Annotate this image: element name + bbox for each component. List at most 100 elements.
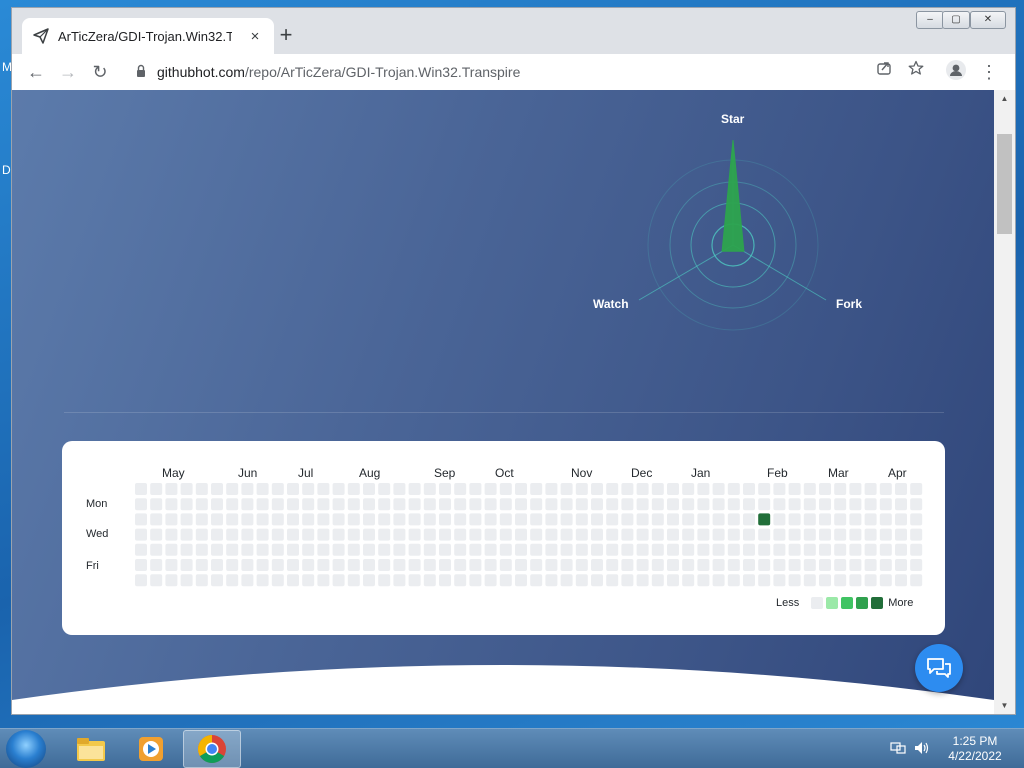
contribution-cell[interactable] <box>849 574 862 587</box>
contribution-cell[interactable] <box>575 528 588 541</box>
contribution-cell[interactable] <box>423 559 436 571</box>
contribution-cell[interactable] <box>834 543 847 556</box>
contribution-cell[interactable] <box>287 498 299 511</box>
contribution-cell[interactable] <box>287 483 299 495</box>
contribution-cell[interactable] <box>606 498 619 511</box>
contribution-cell[interactable] <box>165 574 178 587</box>
contribution-cell[interactable] <box>195 559 208 571</box>
contribution-cell[interactable] <box>317 528 330 541</box>
contribution-cell[interactable] <box>454 559 467 571</box>
contribution-cell[interactable] <box>697 498 710 511</box>
contribution-cell[interactable] <box>636 528 649 541</box>
contribution-cell[interactable] <box>864 498 877 511</box>
contribution-cell[interactable] <box>530 513 543 526</box>
contribution-cell[interactable] <box>317 559 330 571</box>
contribution-cell[interactable] <box>834 559 847 571</box>
contribution-cell[interactable] <box>834 498 847 511</box>
contribution-cell[interactable] <box>499 498 512 511</box>
contribution-cell[interactable] <box>530 498 543 511</box>
contribution-cell[interactable] <box>332 574 345 587</box>
contribution-cell[interactable] <box>469 513 482 526</box>
contribution-cell[interactable] <box>621 513 634 526</box>
media-player-icon[interactable] <box>122 730 180 768</box>
contribution-cell[interactable] <box>864 574 877 587</box>
scrollbar-thumb[interactable] <box>997 134 1012 234</box>
contribution-cell[interactable] <box>271 543 284 556</box>
contribution-cell[interactable] <box>515 543 527 556</box>
contribution-cell[interactable] <box>302 498 315 511</box>
contribution-cell[interactable] <box>803 574 816 587</box>
contribution-cell[interactable] <box>378 559 391 571</box>
contribution-cell[interactable] <box>484 559 497 571</box>
contribution-cell[interactable] <box>226 498 239 511</box>
contribution-cell[interactable] <box>743 498 755 511</box>
contribution-cell[interactable] <box>560 543 573 556</box>
contribution-cell[interactable] <box>347 559 360 571</box>
contribution-cell[interactable] <box>135 574 147 587</box>
contribution-cell[interactable] <box>712 483 725 495</box>
contribution-cell[interactable] <box>682 498 695 511</box>
contribution-cell[interactable] <box>469 528 482 541</box>
contribution-cell[interactable] <box>530 543 543 556</box>
contribution-cell[interactable] <box>226 559 239 571</box>
contribution-cell[interactable] <box>712 498 725 511</box>
contribution-cell[interactable] <box>910 498 923 511</box>
contribution-cell[interactable] <box>165 559 178 571</box>
contribution-cell[interactable] <box>591 559 603 571</box>
contribution-cell[interactable] <box>287 528 299 541</box>
contribution-cell[interactable] <box>423 574 436 587</box>
contribution-cell[interactable] <box>469 574 482 587</box>
contribution-cell[interactable] <box>803 498 816 511</box>
contribution-cell[interactable] <box>773 574 786 587</box>
contribution-cell[interactable] <box>195 528 208 541</box>
contribution-cell[interactable] <box>743 483 755 495</box>
contribution-cell[interactable] <box>727 574 740 587</box>
contribution-cell[interactable] <box>347 528 360 541</box>
chat-button[interactable] <box>915 644 963 692</box>
contribution-cell[interactable] <box>515 528 527 541</box>
contribution-cell[interactable] <box>332 513 345 526</box>
contribution-cell[interactable] <box>864 559 877 571</box>
contribution-cell[interactable] <box>651 559 664 571</box>
contribution-cell[interactable] <box>408 528 421 541</box>
contribution-cell[interactable] <box>545 483 558 495</box>
contribution-cell[interactable] <box>332 543 345 556</box>
back-button[interactable]: ← <box>24 60 48 84</box>
contribution-cell[interactable] <box>651 513 664 526</box>
contribution-cell[interactable] <box>317 543 330 556</box>
contribution-cell[interactable] <box>834 483 847 495</box>
contribution-cell[interactable] <box>256 513 269 526</box>
contribution-cell[interactable] <box>484 528 497 541</box>
contribution-cell[interactable] <box>165 543 178 556</box>
contribution-cell[interactable] <box>165 513 178 526</box>
contribution-cell[interactable] <box>226 528 239 541</box>
minimize-button[interactable]: – <box>916 11 944 29</box>
contribution-cell[interactable] <box>302 574 315 587</box>
contribution-cell[interactable] <box>332 498 345 511</box>
contribution-cell[interactable] <box>910 574 923 587</box>
contribution-cell[interactable] <box>697 559 710 571</box>
contribution-cell[interactable] <box>819 498 831 511</box>
contribution-cell[interactable] <box>864 513 877 526</box>
contribution-cell[interactable] <box>180 498 193 511</box>
contribution-cell[interactable] <box>363 574 375 587</box>
contribution-cell[interactable] <box>743 543 755 556</box>
contribution-cell[interactable] <box>211 483 223 495</box>
contribution-cell[interactable] <box>256 528 269 541</box>
contribution-cell[interactable] <box>302 559 315 571</box>
contribution-cell[interactable] <box>621 528 634 541</box>
contribution-cell[interactable] <box>195 483 208 495</box>
contribution-cell[interactable] <box>773 559 786 571</box>
contribution-cell[interactable] <box>484 498 497 511</box>
contribution-cell[interactable] <box>682 528 695 541</box>
contribution-cell[interactable] <box>667 498 679 511</box>
contribution-cell[interactable] <box>621 543 634 556</box>
contribution-cell[interactable] <box>211 559 223 571</box>
contribution-cell[interactable] <box>575 574 588 587</box>
contribution-cell[interactable] <box>150 543 163 556</box>
contribution-cell[interactable] <box>363 528 375 541</box>
contribution-cell[interactable] <box>423 498 436 511</box>
contribution-cell[interactable] <box>849 528 862 541</box>
contribution-cell[interactable] <box>545 513 558 526</box>
contribution-cell[interactable] <box>180 513 193 526</box>
